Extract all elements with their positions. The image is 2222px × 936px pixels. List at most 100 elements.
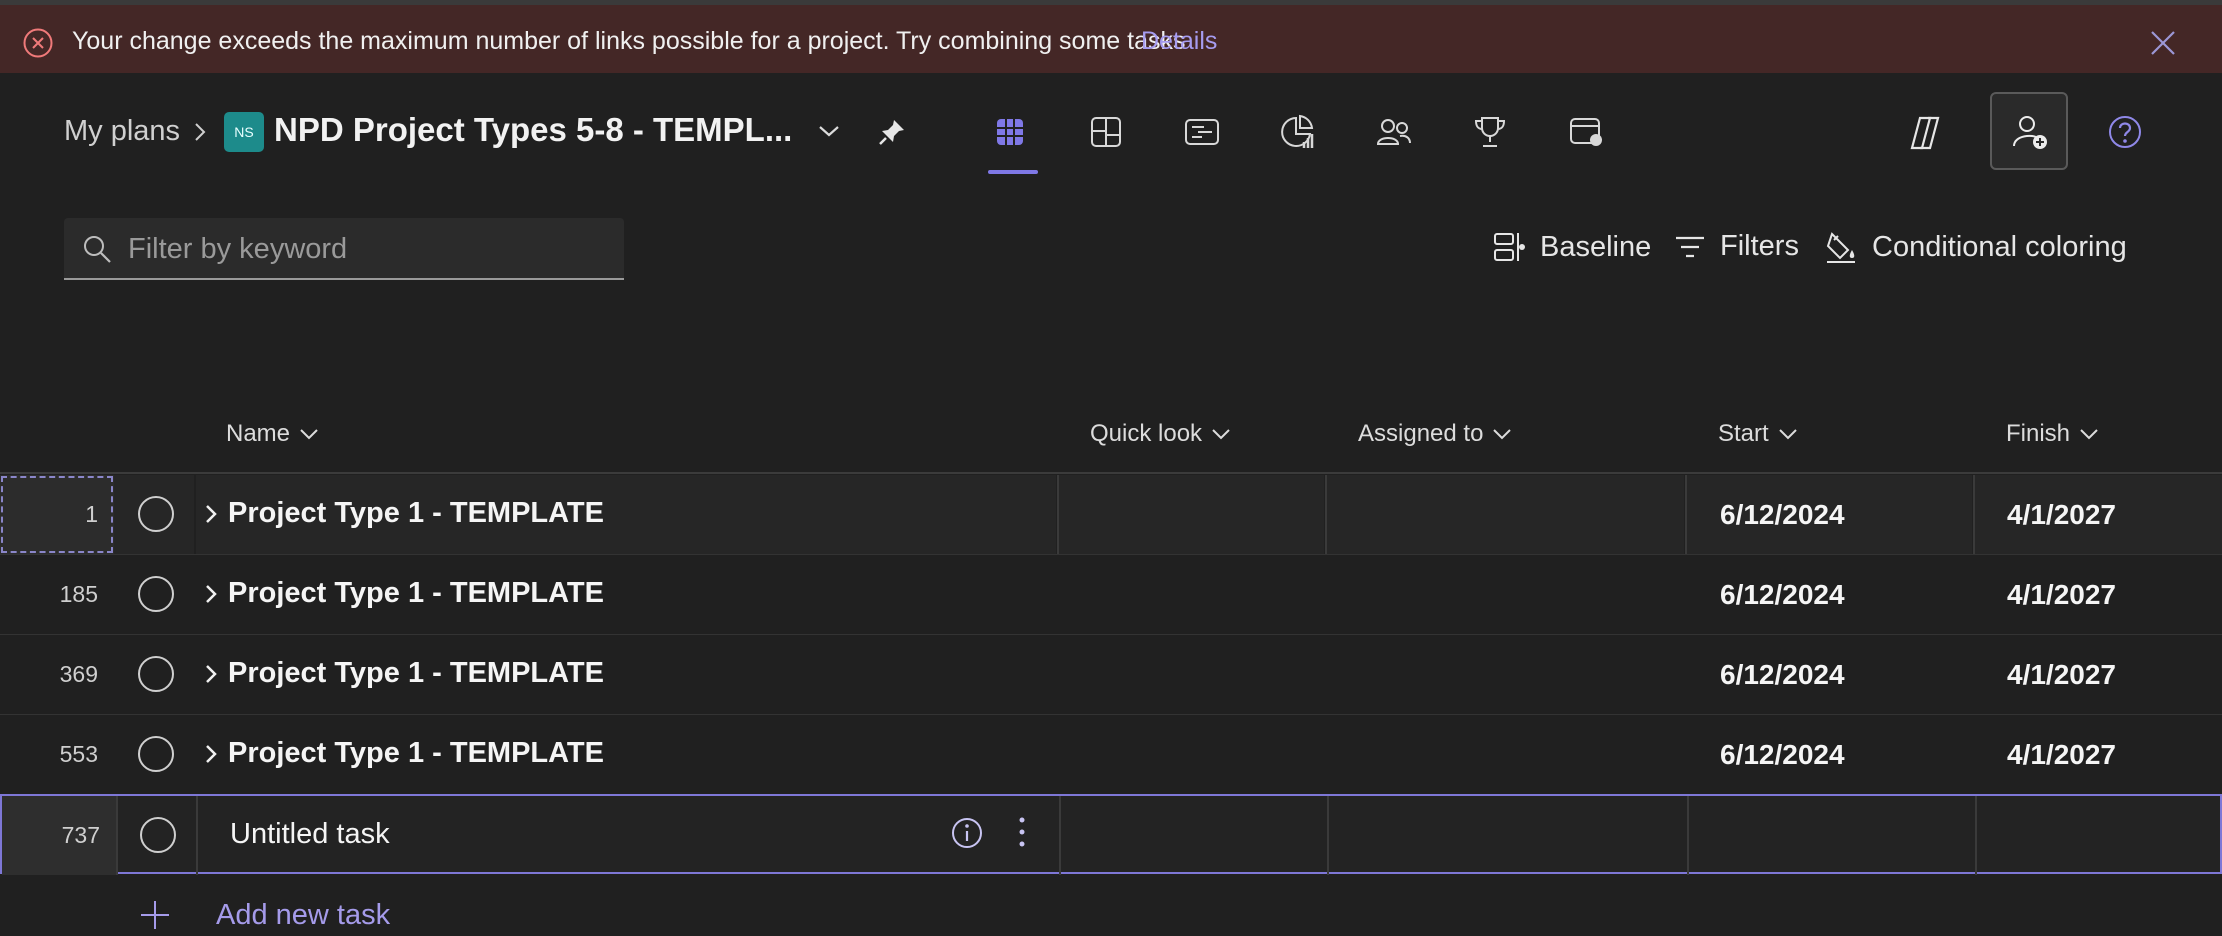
banner-message: Your change exceeds the maximum number o… xyxy=(72,27,1186,55)
row-number[interactable]: 369 xyxy=(0,635,114,714)
info-icon[interactable] xyxy=(950,816,984,850)
task-start[interactable]: 6/12/2024 xyxy=(1720,659,1845,691)
chevron-down-icon xyxy=(1212,429,1230,440)
add-new-task-label: Add new task xyxy=(216,898,391,931)
baseline-button[interactable]: Baseline xyxy=(1492,230,1651,264)
column-quick-look-label: Quick look xyxy=(1090,420,1203,447)
board-view-icon[interactable] xyxy=(1086,112,1126,152)
paint-bucket-icon xyxy=(1826,232,1855,263)
goals-view-icon[interactable] xyxy=(1470,112,1510,152)
task-finish[interactable]: 4/1/2027 xyxy=(2007,499,2116,531)
close-icon[interactable] xyxy=(2149,29,2177,57)
table-row[interactable]: 553 Project Type 1 - TEMPLATE 6/12/2024 … xyxy=(0,715,2222,795)
chevron-right-icon[interactable] xyxy=(204,743,218,765)
help-icon[interactable] xyxy=(2106,113,2144,151)
task-name[interactable]: Project Type 1 - TEMPLATE xyxy=(228,737,604,770)
conditional-coloring-label: Conditional coloring xyxy=(1872,230,2127,263)
filters-button[interactable]: Filters xyxy=(1674,230,1799,263)
breadcrumb-my-plans[interactable]: My plans xyxy=(64,115,180,148)
cell-divider xyxy=(1687,796,1689,875)
active-view-indicator xyxy=(988,170,1038,174)
more-options-icon[interactable] xyxy=(1012,814,1032,850)
column-header-finish[interactable]: Finish xyxy=(2006,420,2100,448)
column-header-start[interactable]: Start xyxy=(1718,420,1799,448)
table-row-editing[interactable]: 737 Untitled task xyxy=(0,794,2222,875)
row-number[interactable]: 553 xyxy=(0,715,114,794)
row-number[interactable]: 1 xyxy=(0,475,114,554)
grid-view-icon[interactable] xyxy=(990,112,1030,152)
complete-task-checkbox[interactable] xyxy=(138,656,174,692)
cell-divider xyxy=(1325,475,1327,554)
baseline-icon xyxy=(1494,233,1525,261)
filter-box[interactable] xyxy=(64,218,624,280)
complete-task-checkbox[interactable] xyxy=(140,817,176,853)
column-name-label: Name xyxy=(226,420,291,447)
column-header-assigned-to[interactable]: Assigned to xyxy=(1358,420,1513,448)
chevron-right-icon[interactable] xyxy=(204,503,218,525)
task-start[interactable]: 6/12/2024 xyxy=(1720,739,1845,771)
assignments-view-icon[interactable] xyxy=(1566,112,1606,152)
chevron-down-icon[interactable] xyxy=(816,122,842,140)
task-finish[interactable]: 4/1/2027 xyxy=(2007,739,2116,771)
task-name[interactable]: Untitled task xyxy=(230,818,390,851)
task-start[interactable]: 6/12/2024 xyxy=(1720,499,1845,531)
cell-divider xyxy=(1059,796,1061,875)
column-assigned-to-label: Assigned to xyxy=(1358,420,1484,447)
chevron-right-icon[interactable] xyxy=(204,663,218,685)
row-number[interactable]: 185 xyxy=(0,555,114,634)
table-row[interactable]: 1 Project Type 1 - TEMPLATE 6/12/2024 4/… xyxy=(0,475,2222,555)
column-header-quick-look[interactable]: Quick look xyxy=(1090,420,1232,448)
complete-task-checkbox[interactable] xyxy=(138,736,174,772)
task-start[interactable]: 6/12/2024 xyxy=(1720,579,1845,611)
task-finish[interactable]: 4/1/2027 xyxy=(2007,659,2116,691)
chevron-down-icon xyxy=(1778,429,1797,440)
error-circle-icon xyxy=(22,27,54,59)
column-start-label: Start xyxy=(1718,420,1769,447)
table-row[interactable]: 185 Project Type 1 - TEMPLATE 6/12/2024 … xyxy=(0,555,2222,635)
cell-divider xyxy=(1685,475,1687,554)
complete-task-checkbox[interactable] xyxy=(138,496,174,532)
table-row[interactable]: 369 Project Type 1 - TEMPLATE 6/12/2024 … xyxy=(0,635,2222,715)
filter-input[interactable] xyxy=(126,226,610,272)
cell-divider xyxy=(196,796,198,875)
chevron-right-icon[interactable] xyxy=(204,583,218,605)
task-name[interactable]: Project Type 1 - TEMPLATE xyxy=(228,577,604,610)
people-view-icon[interactable] xyxy=(1374,112,1414,152)
task-name[interactable]: Project Type 1 - TEMPLATE xyxy=(228,657,604,690)
filter-icon xyxy=(1676,236,1704,257)
add-new-task-button[interactable]: Add new task xyxy=(138,898,390,932)
filters-label: Filters xyxy=(1720,230,1799,262)
row-number[interactable]: 737 xyxy=(2,796,116,875)
person-add-icon xyxy=(2013,116,2047,149)
chevron-down-icon xyxy=(2080,429,2098,440)
cell-divider xyxy=(1057,475,1059,554)
copilot-icon[interactable] xyxy=(1906,114,1944,152)
chevron-right-icon xyxy=(192,120,208,144)
cell-divider xyxy=(1975,796,1977,875)
cell-divider xyxy=(1973,475,1975,554)
share-button[interactable] xyxy=(1990,92,2068,170)
pin-icon[interactable] xyxy=(876,116,908,148)
conditional-coloring-button[interactable]: Conditional coloring xyxy=(1824,230,2127,264)
column-header-name[interactable]: Name xyxy=(226,420,320,448)
cell-divider xyxy=(116,796,118,875)
banner-details-link[interactable]: Details xyxy=(1141,27,1217,56)
plan-avatar: NS xyxy=(224,112,264,152)
search-icon xyxy=(84,236,111,263)
task-name[interactable]: Project Type 1 - TEMPLATE xyxy=(228,497,604,530)
cell-background xyxy=(1058,475,1324,554)
cell-background xyxy=(1326,475,1684,554)
column-finish-label: Finish xyxy=(2006,420,2071,447)
charts-view-icon[interactable] xyxy=(1278,112,1318,152)
complete-task-checkbox[interactable] xyxy=(138,576,174,612)
plan-title[interactable]: NPD Project Types 5-8 - TEMPL... xyxy=(274,111,792,149)
baseline-label: Baseline xyxy=(1540,230,1652,263)
cell-divider xyxy=(1327,796,1329,875)
error-banner: Your change exceeds the maximum number o… xyxy=(0,5,2222,73)
chevron-down-icon xyxy=(300,429,318,440)
task-finish[interactable]: 4/1/2027 xyxy=(2007,579,2116,611)
chevron-down-icon xyxy=(1493,429,1512,440)
header-divider xyxy=(0,472,2222,474)
plus-icon xyxy=(141,901,169,929)
timeline-view-icon[interactable] xyxy=(1182,112,1222,152)
